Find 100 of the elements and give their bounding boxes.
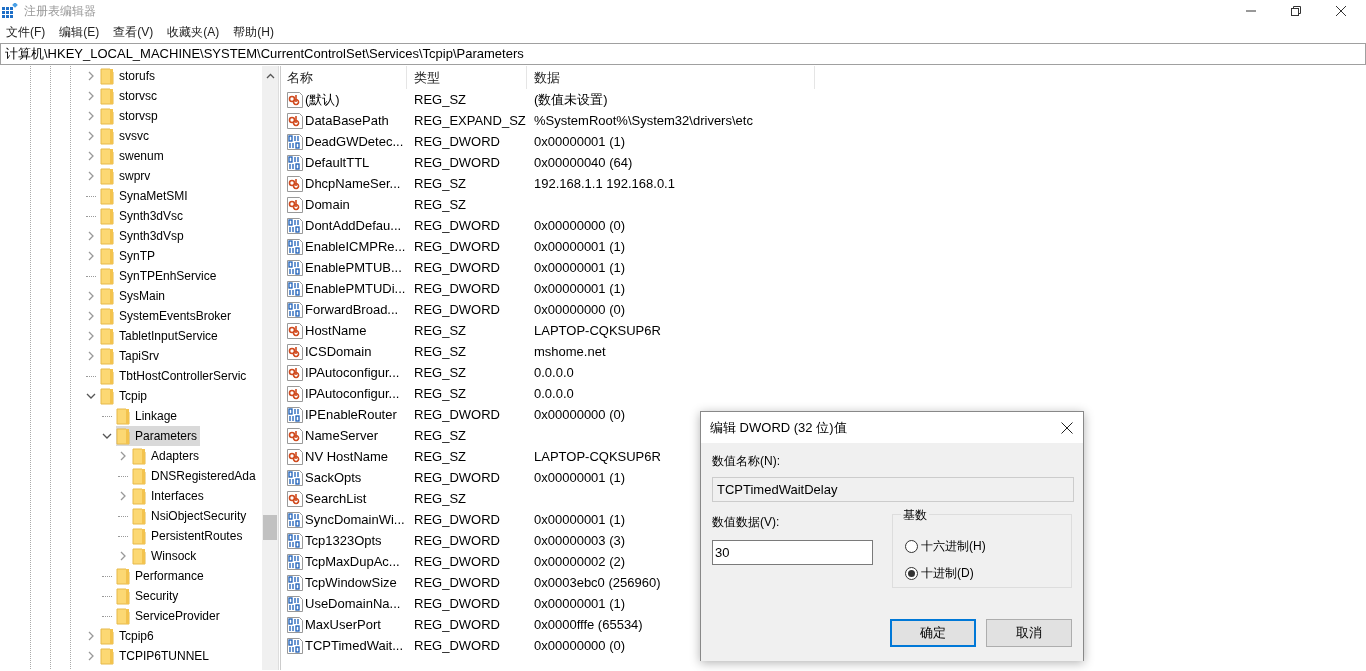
menu-item[interactable]: 收藏夹(A) (167, 24, 220, 41)
tree-item[interactable]: SystemEventsBroker (100, 306, 235, 326)
tree-item[interactable]: Synth3dVsp (100, 226, 187, 246)
tree-item[interactable]: Parameters (116, 426, 201, 446)
close-icon[interactable] (1061, 421, 1073, 434)
value-name[interactable]: HostName (305, 323, 367, 338)
value-name[interactable]: (默认) (305, 90, 340, 109)
tree-item[interactable]: storvsc (100, 86, 160, 106)
address-bar[interactable]: 计算机\HKEY_LOCAL_MACHINE\SYSTEM\CurrentControlSet\Services\Tcpip\Parameters (0, 43, 1366, 65)
value-name[interactable]: DataBasePath (305, 113, 389, 128)
chevron-right-icon[interactable] (118, 491, 128, 501)
chevron-right-icon[interactable] (86, 91, 96, 101)
tree-item[interactable]: Interfaces (132, 486, 207, 506)
tree-item[interactable]: swprv (100, 166, 154, 186)
value-name[interactable]: IPEnableRouter (305, 407, 397, 422)
chevron-right-icon[interactable] (86, 291, 96, 301)
value-data: 0x00000001 (1) (533, 470, 626, 485)
chevron-right-icon[interactable] (86, 231, 96, 241)
value-name[interactable]: EnablePMTUB... (305, 260, 402, 275)
value-name[interactable]: ICSDomain (305, 344, 372, 359)
chevron-right-icon[interactable] (86, 171, 96, 181)
tree-item[interactable]: PersistentRoutes (132, 526, 246, 546)
value-name[interactable]: EnableICMPRe... (305, 239, 406, 254)
value-name[interactable]: SyncDomainWi... (305, 512, 405, 527)
chevron-right-icon[interactable] (86, 251, 96, 261)
chevron-right-icon[interactable] (86, 331, 96, 341)
value-name[interactable]: IPAutoconfigur... (305, 365, 400, 380)
tree-item[interactable]: TapiSrv (100, 346, 162, 366)
value-name[interactable]: SackOpts (305, 470, 362, 485)
menu-item[interactable]: 帮助(H) (233, 24, 274, 41)
tree-item[interactable]: swenum (100, 146, 167, 166)
chevron-right-icon[interactable] (86, 311, 96, 321)
chevron-right-icon[interactable] (86, 151, 96, 161)
chevron-right-icon[interactable] (118, 451, 128, 461)
value-name[interactable]: MaxUserPort (305, 617, 381, 632)
radio-button[interactable]: 十六进制(H) (905, 533, 986, 560)
chevron-down-icon[interactable] (86, 391, 96, 401)
scrollbar[interactable] (262, 66, 278, 670)
chevron-right-icon[interactable] (86, 131, 96, 141)
ok-button[interactable]: 确定 (890, 619, 976, 647)
radio-button[interactable]: 十进制(D) (905, 560, 974, 587)
value-name[interactable]: TCPTimedWait... (305, 638, 403, 653)
value-name[interactable]: TcpWindowSize (305, 575, 397, 590)
cancel-button[interactable]: 取消 (986, 619, 1072, 647)
scrollbar-thumb[interactable] (263, 515, 277, 540)
tree-item[interactable]: SynaMetSMI (100, 186, 191, 206)
tree-item[interactable]: Security (116, 586, 182, 606)
tree-item[interactable]: Synth3dVsc (100, 206, 187, 226)
tree-item[interactable]: Tcpip (100, 386, 150, 406)
tree-item[interactable]: SynTPEnhService (100, 266, 220, 286)
tree-item[interactable]: storvsp (100, 106, 161, 126)
menu-item[interactable]: 文件(F) (6, 24, 46, 41)
chevron-right-icon[interactable] (86, 351, 96, 361)
menu-item[interactable]: 编辑(E) (59, 24, 100, 41)
value-name[interactable]: EnablePMTUDi... (305, 281, 406, 296)
chevron-right-icon[interactable] (118, 551, 128, 561)
value-name[interactable]: DhcpNameSer... (305, 176, 401, 191)
binary-value-icon (287, 301, 303, 318)
value-data-field[interactable]: 30 (712, 540, 873, 565)
menu-item[interactable]: 查看(V) (113, 24, 154, 41)
column-header[interactable]: 数据 (527, 66, 815, 89)
tree-item[interactable]: storufs (100, 66, 158, 86)
value-data: 192.168.1.1 192.168.0.1 (533, 176, 675, 191)
restore-icon[interactable] (1291, 6, 1301, 16)
tree-item[interactable]: ServiceProvider (116, 606, 223, 626)
tree-item[interactable]: Winsock (132, 546, 200, 566)
value-name[interactable]: NameServer (305, 428, 378, 443)
column-header[interactable]: 名称 (287, 66, 407, 89)
chevron-right-icon[interactable] (86, 651, 96, 661)
tree-item[interactable]: Adapters (132, 446, 203, 466)
value-name[interactable]: DeadGWDetec... (305, 134, 404, 149)
column-header[interactable]: 类型 (407, 66, 527, 89)
chevron-right-icon[interactable] (86, 71, 96, 81)
scroll-up-icon[interactable] (266, 73, 275, 79)
close-icon[interactable] (1336, 6, 1346, 16)
tree-item[interactable]: SynTP (100, 246, 158, 266)
value-name[interactable]: IPAutoconfigur... (305, 386, 400, 401)
value-name-field[interactable]: TCPTimedWaitDelay (712, 477, 1074, 502)
tree-item[interactable]: svsvc (100, 126, 152, 146)
tree-item[interactable]: DNSRegisteredAda (132, 466, 259, 486)
value-name[interactable]: DefaultTTL (305, 155, 370, 170)
value-name[interactable]: SearchList (305, 491, 367, 506)
tree-item[interactable]: Performance (116, 566, 207, 586)
value-name[interactable]: ForwardBroad... (305, 302, 399, 317)
value-name[interactable]: UseDomainNa... (305, 596, 401, 611)
chevron-right-icon[interactable] (86, 631, 96, 641)
tree-item[interactable]: TCPIP6TUNNEL (100, 646, 213, 666)
tree-item[interactable]: Tcpip6 (100, 626, 157, 646)
tree-item[interactable]: Linkage (116, 406, 181, 426)
value-name[interactable]: DontAddDefau... (305, 218, 402, 233)
value-name[interactable]: Tcp1323Opts (305, 533, 382, 548)
value-name[interactable]: Domain (305, 197, 350, 212)
tree-item[interactable]: SysMain (100, 286, 168, 306)
tree-item[interactable]: TabletInputService (100, 326, 221, 346)
value-name[interactable]: NV HostName (305, 449, 389, 464)
chevron-down-icon[interactable] (102, 431, 112, 441)
chevron-right-icon[interactable] (86, 111, 96, 121)
tree-item[interactable]: TbtHostControllerServic (100, 366, 250, 386)
tree-item[interactable]: NsiObjectSecurity (132, 506, 250, 526)
value-name[interactable]: TcpMaxDupAc... (305, 554, 400, 569)
